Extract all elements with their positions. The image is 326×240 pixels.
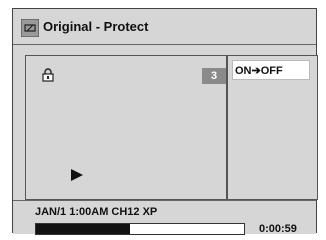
title-number-badge: 3 bbox=[202, 68, 226, 84]
play-icon bbox=[71, 169, 83, 181]
title-bar: Original - Protect bbox=[13, 9, 316, 45]
progress-fill bbox=[36, 224, 130, 234]
options-panel: ON➔OFF bbox=[227, 55, 318, 200]
lock-icon bbox=[42, 68, 54, 82]
page-title: Original - Protect bbox=[43, 19, 149, 34]
elapsed-time: 0:00:59 bbox=[259, 223, 297, 235]
progress-bar bbox=[35, 223, 245, 235]
protect-icon bbox=[21, 19, 39, 37]
title-preview-pane: 3 bbox=[25, 55, 227, 200]
recording-info: JAN/1 1:00AM CH12 XP bbox=[35, 206, 158, 218]
status-bar: JAN/1 1:00AM CH12 XP 0:00:59 bbox=[13, 200, 316, 235]
protect-screen: Original - Protect 3 ON➔OFF JAN/1 1:00AM… bbox=[12, 8, 318, 235]
protect-toggle-option[interactable]: ON➔OFF bbox=[232, 60, 310, 80]
